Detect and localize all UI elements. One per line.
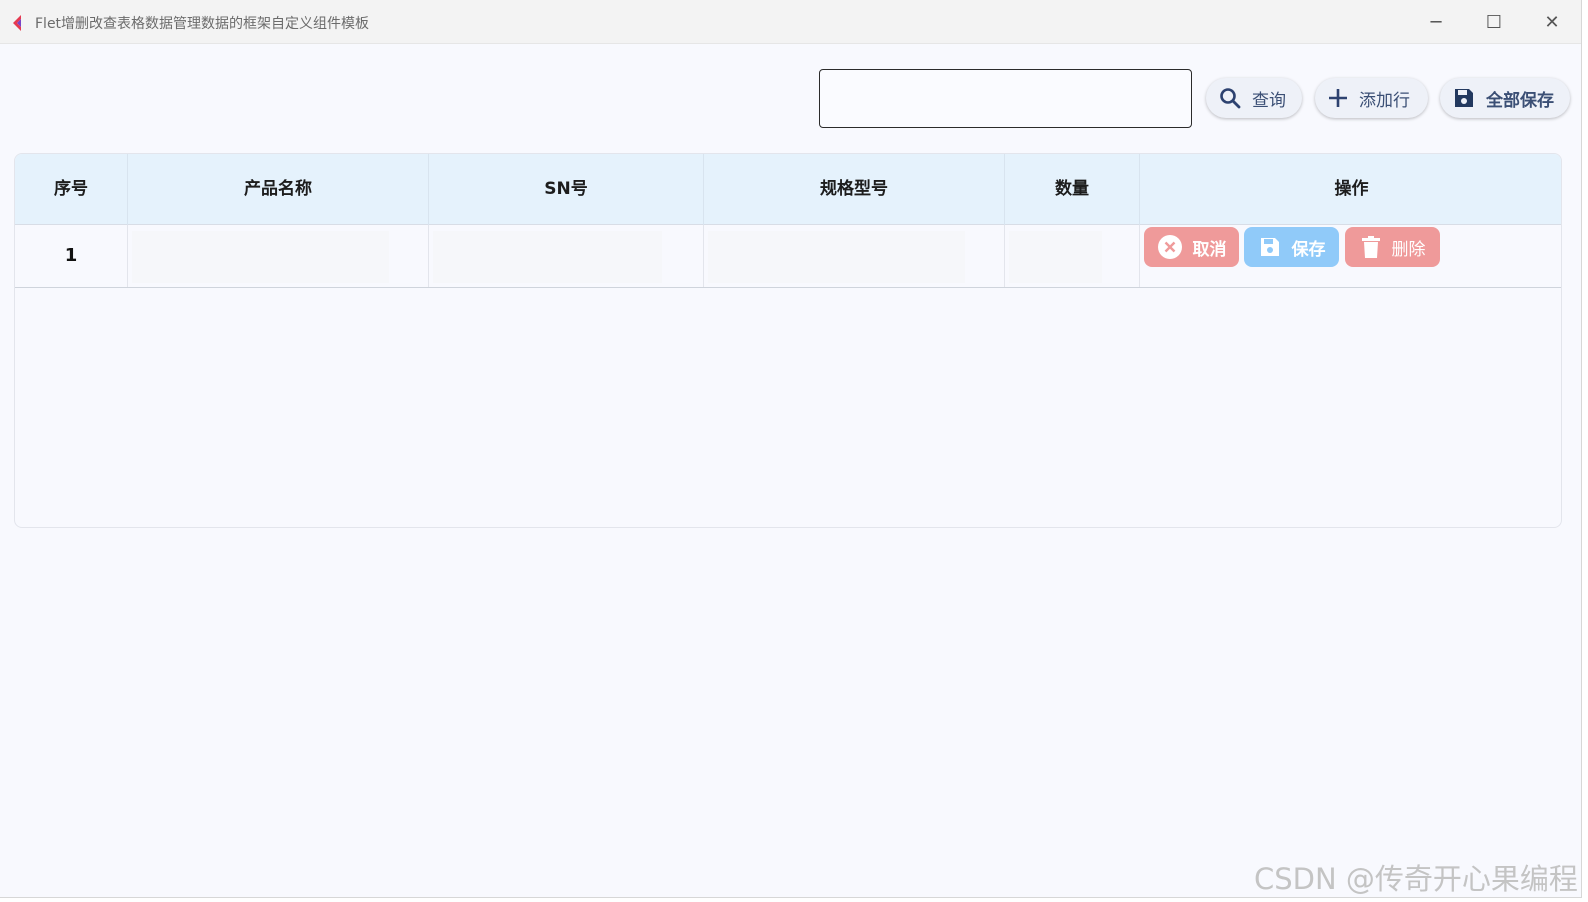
product-name-input[interactable]	[132, 231, 389, 283]
search-icon	[1220, 88, 1241, 109]
table-row: 1 取消 保存 删除	[15, 225, 1561, 288]
data-table: 序号 产品名称 SN号 规格型号 数量 操作 1 取消 保存 删除	[14, 153, 1562, 528]
flet-logo-icon	[13, 15, 21, 31]
column-header-index: 序号	[15, 154, 128, 225]
column-header-product-name: 产品名称	[128, 154, 429, 225]
cancel-label: 取消	[1192, 239, 1227, 260]
column-header-sn: SN号	[429, 154, 704, 225]
spec-cell	[704, 225, 1005, 287]
search-input[interactable]	[819, 69, 1192, 128]
column-header-spec: 规格型号	[704, 154, 1005, 225]
delete-button[interactable]: 删除	[1345, 227, 1440, 267]
trash-icon	[1361, 236, 1380, 258]
add-row-label: 添加行	[1359, 90, 1410, 111]
sn-input[interactable]	[433, 231, 662, 283]
window-title: Flet增删改查表格数据管理数据的框架自定义组件模板	[35, 16, 370, 32]
close-button[interactable]: ✕	[1532, 8, 1572, 38]
add-row-button[interactable]: 添加行	[1315, 78, 1428, 118]
delete-label: 删除	[1391, 239, 1426, 260]
spec-input[interactable]	[708, 231, 965, 283]
quantity-input[interactable]	[1009, 231, 1102, 283]
query-button[interactable]: 查询	[1206, 78, 1302, 118]
floppy-disk-icon	[1260, 238, 1279, 256]
title-bar: Flet增删改查表格数据管理数据的框架自定义组件模板 ─ ☐ ✕	[0, 0, 1581, 44]
query-label: 查询	[1252, 90, 1286, 111]
plus-icon	[1329, 89, 1347, 107]
actions-cell: 取消 保存 删除	[1140, 225, 1561, 287]
minimize-button[interactable]: ─	[1416, 8, 1456, 38]
app-window: Flet增删改查表格数据管理数据的框架自定义组件模板 ─ ☐ ✕ 查询 添加行 …	[0, 0, 1582, 898]
sn-cell	[429, 225, 704, 287]
floppy-disk-icon	[1455, 89, 1473, 107]
column-header-quantity: 数量	[1005, 154, 1140, 225]
watermark-text: CSDN @传奇开心果编程	[1254, 862, 1578, 896]
save-all-button[interactable]: 全部保存	[1440, 78, 1570, 118]
cancel-button[interactable]: 取消	[1144, 227, 1239, 267]
save-button[interactable]: 保存	[1244, 227, 1339, 267]
column-header-actions: 操作	[1334, 179, 1369, 199]
row-index: 1	[15, 225, 128, 287]
cancel-circle-icon	[1157, 235, 1182, 259]
product-name-cell	[128, 225, 429, 287]
save-label: 保存	[1291, 239, 1326, 260]
table-header: 序号 产品名称 SN号 规格型号 数量 操作	[15, 154, 1561, 225]
quantity-cell	[1005, 225, 1140, 287]
save-all-label: 全部保存	[1486, 90, 1554, 111]
maximize-button[interactable]: ☐	[1474, 8, 1514, 38]
